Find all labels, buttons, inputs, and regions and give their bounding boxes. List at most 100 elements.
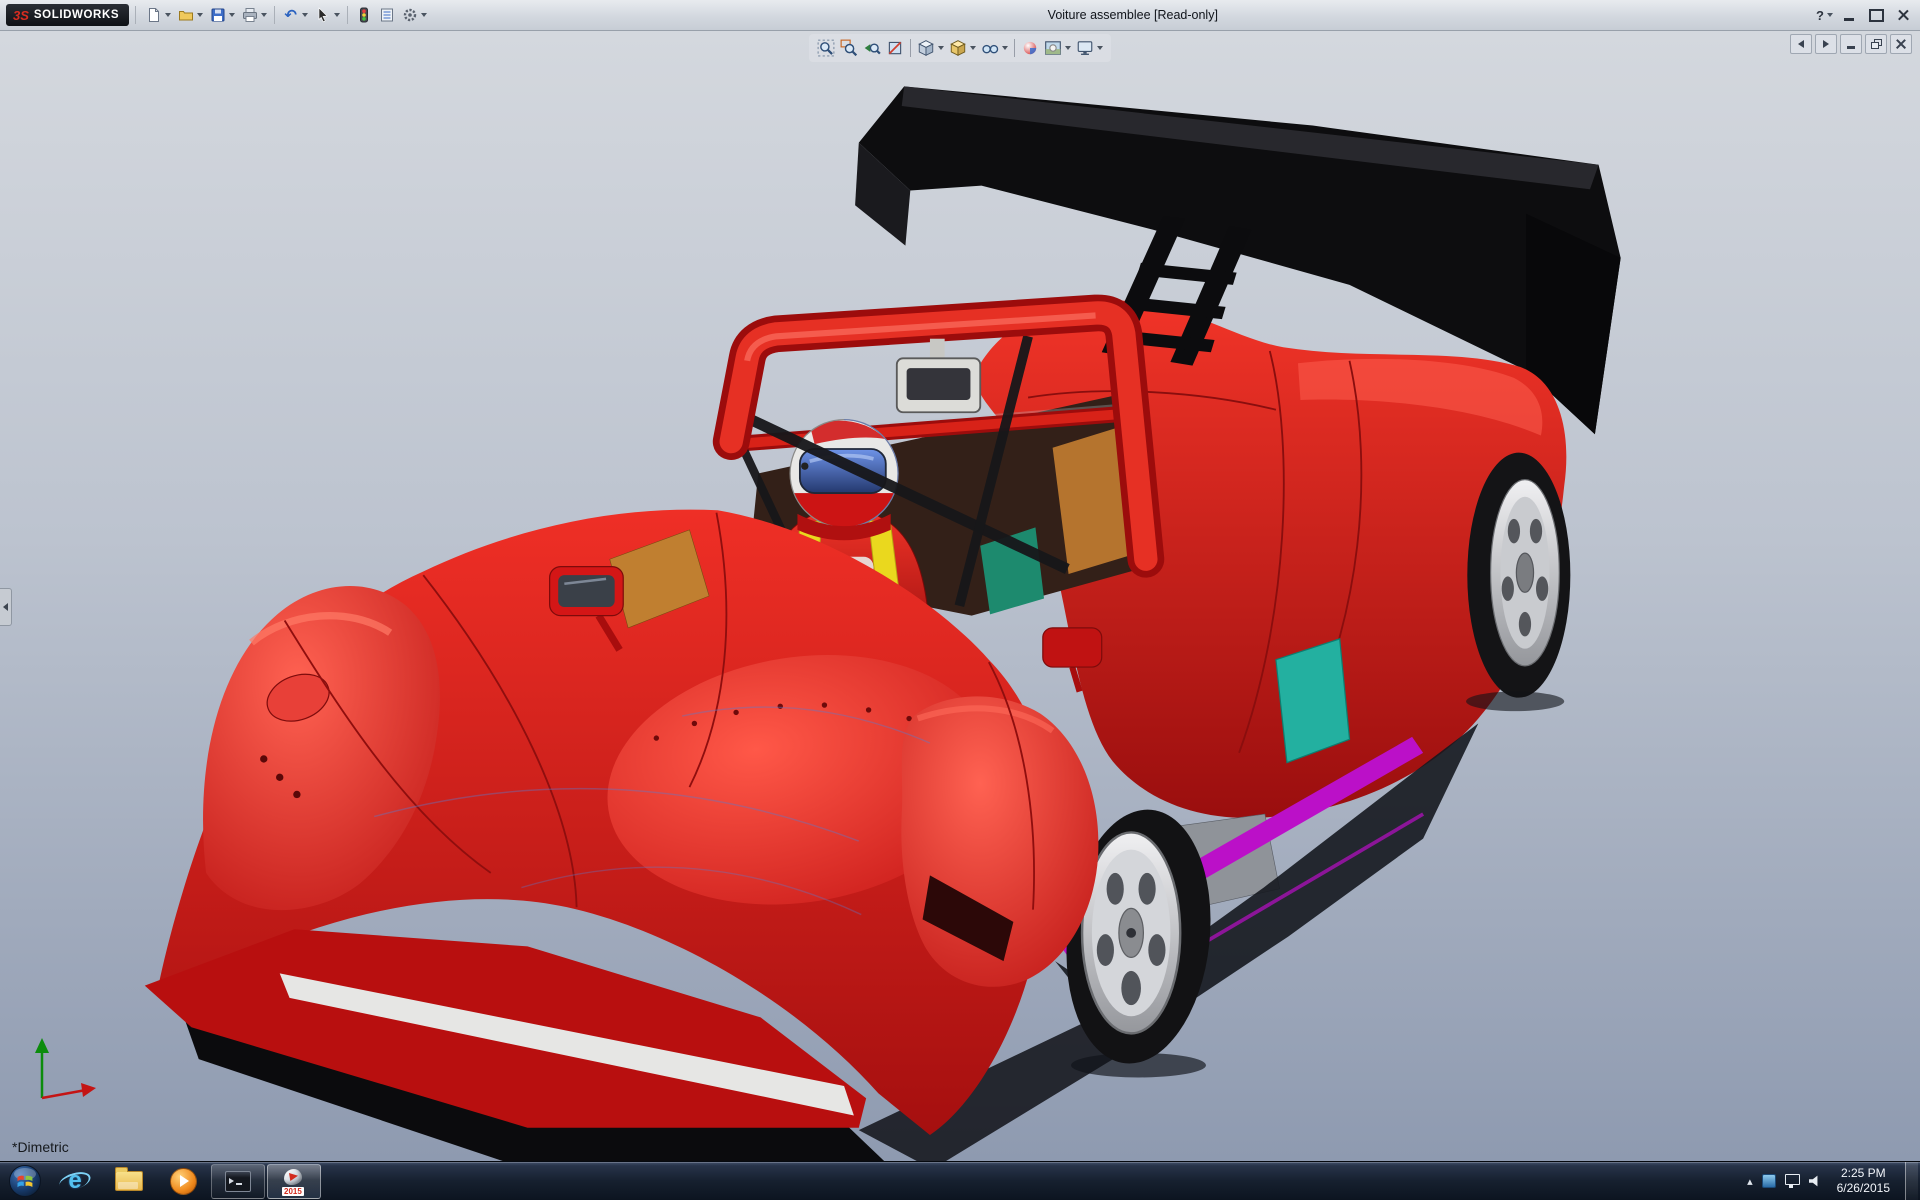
previous-view-button[interactable] [861,36,883,60]
heads-up-view-toolbar [809,34,1111,62]
dropdown-arrow-icon[interactable] [1827,13,1833,17]
new-document-button[interactable] [142,3,174,27]
toolbar-separator [1014,39,1015,57]
zoom-to-fit-icon [817,39,835,57]
solidworks-version-badge: 2015 [282,1187,304,1196]
titlebar: 3S SOLIDWORKS ↶ Voiture assemblee [Read-… [0,0,1920,31]
doc-minimize-button[interactable] [1840,34,1862,54]
show-desktop-button[interactable] [1905,1162,1918,1200]
close-button[interactable] [1892,6,1914,24]
display-style-button[interactable] [947,36,978,60]
hide-show-items-button[interactable] [979,36,1010,60]
tray-app-icon[interactable] [1761,1174,1776,1188]
select-cursor-icon [314,7,331,24]
taskbar-internet-explorer[interactable]: e [49,1165,101,1198]
start-orb-icon [9,1165,41,1197]
right-mirror [1042,627,1103,668]
save-button[interactable] [206,3,238,27]
zoom-to-fit-button[interactable] [815,36,837,60]
internet-explorer-icon: e [61,1168,89,1194]
undo-icon: ↶ [284,5,297,24]
maximize-button[interactable] [1865,6,1887,24]
dropdown-arrow-icon[interactable] [334,13,341,17]
taskbar-file-explorer[interactable] [103,1165,155,1198]
start-button[interactable] [2,1163,48,1199]
section-view-button[interactable] [884,36,906,60]
hide-show-items-icon [982,44,999,54]
file-properties-button[interactable] [375,3,398,27]
volume-icon[interactable] [1808,1175,1818,1187]
tray-expand-icon[interactable]: ▴ [1747,1176,1753,1187]
help-icon: ? [1816,7,1824,23]
taskbar: e 2015 ▴ 2:25 PM 6/26/2015 [0,1161,1920,1200]
close-icon [1897,9,1910,22]
new-document-icon [145,7,162,24]
print-button[interactable] [238,3,270,27]
taskbar-command-prompt[interactable] [211,1163,265,1199]
command-prompt-icon [225,1170,251,1192]
doc-minimize-icon [1847,46,1855,49]
pane-expand-button[interactable] [1815,34,1837,54]
file-explorer-icon [115,1167,143,1191]
solidworks-icon: 2015 [281,1168,307,1196]
section-view-icon [888,41,902,55]
dropdown-arrow-icon[interactable] [229,13,236,17]
taskbar-media-player[interactable] [157,1165,209,1198]
dropdown-arrow-icon[interactable] [1002,46,1008,50]
apply-scene-icon [1045,41,1061,55]
save-icon [209,7,226,24]
window-controls: ? [1816,6,1914,24]
undo-button[interactable]: ↶ [279,3,311,27]
dropdown-arrow-icon[interactable] [970,46,976,50]
doc-close-button[interactable] [1890,34,1912,54]
orientation-triad [26,1032,110,1116]
model-canvas[interactable] [0,30,1920,1162]
toolbar-separator [135,6,137,24]
clock-date: 6/26/2015 [1836,1181,1890,1195]
open-button[interactable] [174,3,206,27]
previous-view-icon [864,43,881,55]
edit-appearance-button[interactable] [1019,36,1041,60]
print-icon [241,7,258,24]
side-window-teal [1275,638,1351,764]
display-style-icon [950,40,966,57]
view-settings-icon [1077,41,1093,55]
app-name: SOLIDWORKS [33,9,120,21]
view-orientation-label: *Dimetric [12,1139,69,1155]
dropdown-arrow-icon[interactable] [165,13,172,17]
taskbar-solidworks[interactable]: 2015 [267,1163,321,1199]
clock[interactable]: 2:25 PM 6/26/2015 [1831,1166,1896,1196]
dropdown-arrow-icon[interactable] [1065,46,1071,50]
solidworks-window: 3S SOLIDWORKS ↶ Voiture assemblee [Read-… [0,0,1920,1200]
minimize-button[interactable] [1838,6,1860,24]
doc-restore-icon [1870,39,1882,49]
view-orientation-button[interactable] [915,36,946,60]
apply-scene-button[interactable] [1042,36,1073,60]
graphics-area[interactable]: *Dimetric [0,30,1920,1162]
rebuild-button[interactable] [352,3,375,27]
options-gear-icon [401,7,418,24]
zoom-to-area-icon [840,39,858,57]
view-settings-button[interactable] [1074,36,1105,60]
zoom-to-area-button[interactable] [838,36,860,60]
dropdown-arrow-icon[interactable] [421,13,428,17]
dropdown-arrow-icon[interactable] [1097,46,1103,50]
dropdown-arrow-icon[interactable] [938,46,944,50]
doc-close-icon [1896,39,1906,49]
doc-restore-button[interactable] [1865,34,1887,54]
options-button[interactable] [398,3,430,27]
help-button[interactable]: ? [1816,8,1833,23]
dropdown-arrow-icon[interactable] [261,13,268,17]
3ds-logo-mark: 3S [13,7,29,23]
dropdown-arrow-icon[interactable] [197,13,204,17]
open-icon [177,7,194,24]
toolbar-separator [347,6,349,24]
dropdown-arrow-icon[interactable] [302,13,309,17]
pane-collapse-button[interactable] [1790,34,1812,54]
pane-expand-icon [1823,40,1829,48]
network-icon[interactable] [1784,1174,1800,1188]
select-button[interactable] [311,3,343,27]
feature-panel-edge-tab[interactable] [0,588,12,626]
panel-expand-arrow-icon [3,603,8,611]
solidworks-logo[interactable]: 3S SOLIDWORKS [6,4,130,26]
